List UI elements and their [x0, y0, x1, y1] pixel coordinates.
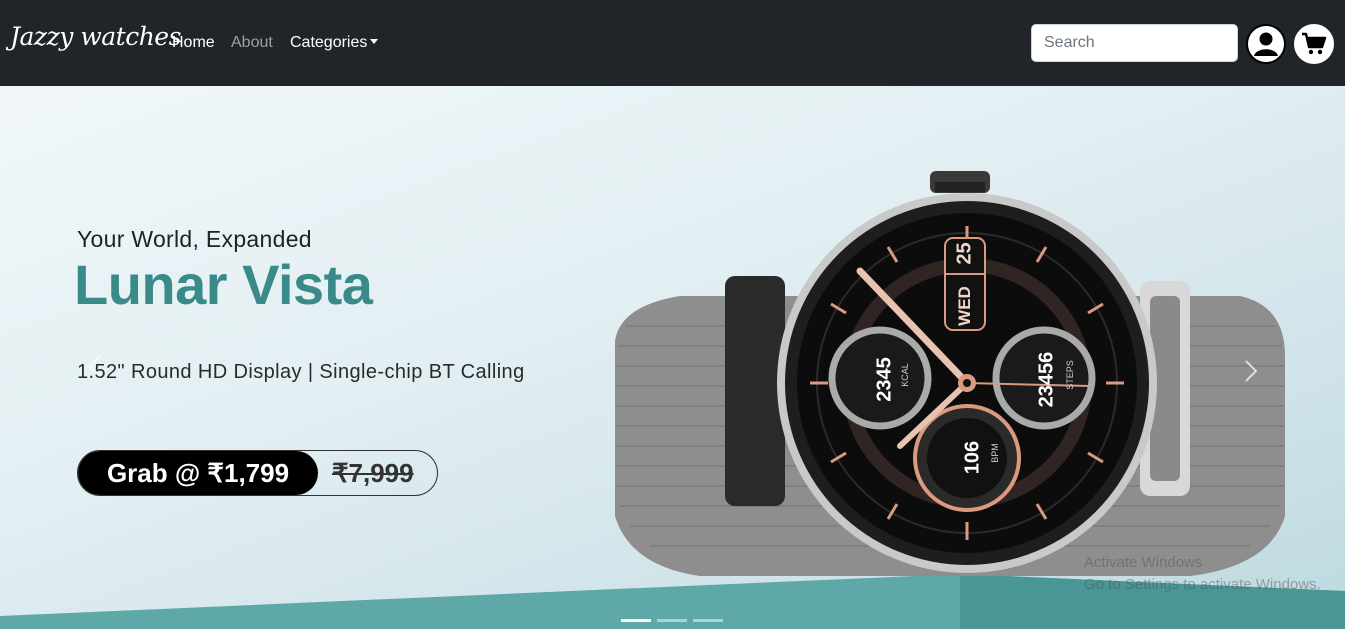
nav-home-link[interactable]: Home — [172, 34, 215, 52]
watermark-line-2: Go to Settings to activate Windows. — [1084, 576, 1321, 593]
watch-day: WED — [955, 286, 974, 326]
shopping-cart-icon — [1302, 32, 1327, 55]
carousel-prev-button[interactable] — [80, 351, 110, 381]
watch-steps-value: 23456 — [1035, 351, 1058, 408]
hero-features: 1.52" Round HD Display | Single-chip BT … — [77, 361, 525, 383]
account-button[interactable] — [1246, 24, 1286, 64]
user-circle-icon — [1249, 27, 1283, 61]
watch-kcal-value: 2345 — [873, 357, 896, 402]
nav-categories-label: Categories — [290, 34, 368, 51]
carousel-indicator-2[interactable] — [657, 619, 687, 622]
watch-kcal-label: KCAL — [900, 363, 910, 387]
watch-steps-label: STEPS — [1065, 360, 1075, 390]
nav-about-link[interactable]: About — [231, 34, 273, 52]
caret-down-icon — [370, 39, 379, 44]
carousel-indicator-1[interactable] — [621, 619, 651, 622]
hero-title: Lunar Vista — [74, 253, 373, 316]
cta-old-price: ₹7,999 — [332, 458, 414, 488]
hero-tagline: Your World, Expanded — [77, 226, 312, 252]
brand-logo[interactable]: Jazzy watches — [10, 22, 181, 51]
navbar: Jazzy watches Home About Categories — [0, 0, 1345, 86]
watch-bpm-label: BPM — [990, 443, 1000, 463]
chevron-right-icon — [1245, 360, 1258, 382]
hero-carousel: WED 25 2345 KCAL 23456 STEPS 106 BPM You… — [0, 86, 1345, 629]
carousel-indicator-3[interactable] — [693, 619, 723, 622]
windows-activation-watermark: Activate Windows Go to Settings to activ… — [1084, 552, 1321, 596]
chevron-left-icon — [88, 355, 101, 377]
cta-price-button[interactable]: Grab @ ₹1,799 — [78, 451, 318, 495]
search-input[interactable] — [1031, 24, 1238, 62]
watch-bpm-value: 106 — [961, 440, 984, 475]
hero-background — [0, 171, 1345, 629]
watch-date: 25 — [953, 242, 976, 265]
carousel-next-button[interactable] — [1236, 356, 1266, 386]
carousel-indicators — [621, 619, 723, 622]
cta-offer[interactable]: Grab @ ₹1,799 ₹7,999 — [77, 450, 438, 496]
cart-button[interactable] — [1294, 24, 1334, 64]
nav-categories-dropdown[interactable]: Categories — [290, 34, 379, 52]
watermark-line-1: Activate Windows — [1084, 554, 1203, 571]
